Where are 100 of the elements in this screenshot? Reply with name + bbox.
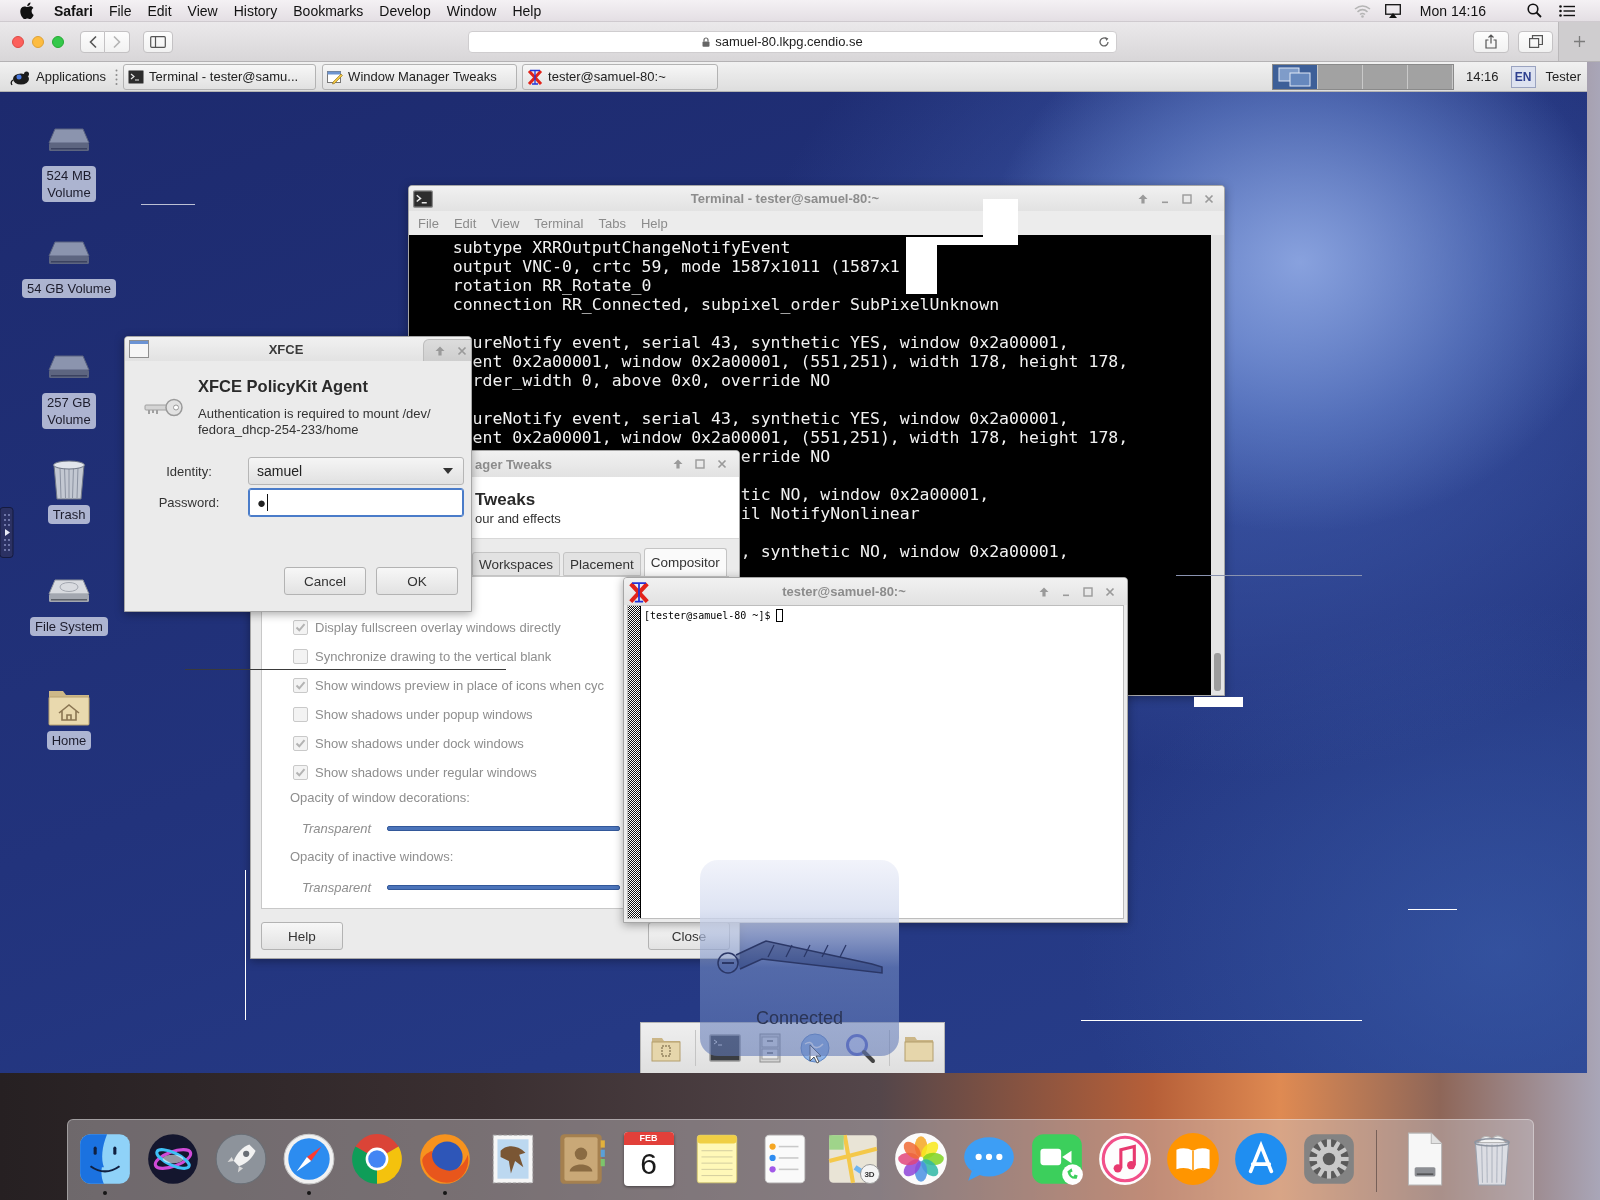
maximize-icon[interactable] [1082,585,1094,598]
close-button[interactable] [12,35,24,48]
back-button[interactable] [80,30,105,53]
slider-min-label: Transparent [302,879,372,895]
key-icon [143,397,183,419]
terminal-icon [413,188,433,209]
notification-text: Connected [755,1007,844,1029]
zoom-button[interactable] [52,35,64,48]
close-icon[interactable] [1203,192,1215,205]
menu-item[interactable]: Window [438,0,505,21]
up-arrow-icon[interactable] [672,458,684,470]
identity-dropdown[interactable]: samuel [248,457,464,485]
menu-item[interactable]: View [179,0,226,21]
app-menu[interactable]: Safari [46,0,101,21]
share-button[interactable] [1473,30,1509,53]
calendar-month: FEB [623,1132,674,1145]
dialog-button[interactable]: Cancel [284,567,366,595]
password-field[interactable]: ● [248,488,464,517]
dialog-message: Authentication is required to mount /dev/ fedora_dhcp-254-233/home [198,406,431,438]
task-button[interactable]: Window Manager Tweaks [322,63,518,90]
scrollbar-thumb[interactable] [1214,653,1221,691]
tab[interactable]: Placement [563,552,641,576]
share-icon [1485,34,1497,49]
drag-handle-icon[interactable] [115,68,119,85]
slider-track[interactable] [387,884,621,890]
block-cursor-icon [776,608,784,622]
sidebar-button[interactable] [143,30,173,53]
wifi-icon[interactable] [1353,3,1371,18]
terminal-line: il NotifyNonlinear [740,504,920,523]
maximize-icon[interactable] [1181,192,1193,205]
workspace-button[interactable] [1363,64,1409,89]
task-button[interactable]: tester@samuel-80:~ [522,63,719,90]
maximize-icon[interactable] [694,458,706,470]
icon-label[interactable]: 54 GB Volume [22,279,116,298]
expand-handle-icon[interactable] [0,507,14,558]
slider-track[interactable] [387,825,621,831]
chevron-left-icon [87,34,98,49]
panel-clock[interactable]: 14:16 [1466,69,1499,84]
close-icon[interactable] [456,344,468,357]
chevron-right-icon [112,34,122,49]
lock-icon [702,36,711,47]
glitch-block [1194,697,1243,707]
icon-label[interactable]: 524 MB Volume [41,166,97,202]
tabs-icon [1528,35,1543,48]
display-icon[interactable] [1384,3,1401,18]
icon-label[interactable]: 257 GB Volume [41,393,97,429]
workspace-button[interactable] [1273,64,1319,89]
minimize-button[interactable] [32,35,44,48]
up-arrow-icon[interactable] [434,344,446,357]
applications-menu-button[interactable]: Applications [6,63,111,90]
option-label: Show shadows under regular windows [315,765,537,780]
window-title: Terminal - tester@samuel-80:~ [690,191,880,206]
reload-icon[interactable] [1098,35,1110,48]
menu-item[interactable]: Develop [371,0,439,21]
apple-logo-icon[interactable] [20,2,34,19]
drive-icon[interactable] [47,239,91,267]
calendar-icon[interactable]: FEB 6 [623,1132,674,1186]
close-icon[interactable] [1104,585,1116,598]
field-label: Password: [158,495,220,510]
address-text: samuel-80.lkpg.cendio.se [715,34,863,49]
menu-item[interactable]: Bookmarks [285,0,372,21]
drive-icon[interactable] [47,353,91,381]
list-icon[interactable] [1559,4,1575,17]
menu-item[interactable]: Help [504,0,550,21]
window-icon [129,340,149,358]
workspace-button[interactable] [1408,64,1454,89]
close-icon[interactable] [716,458,728,470]
icon-label[interactable]: File System [30,617,108,636]
header-title: Tweaks [475,490,536,510]
dialog-button[interactable]: Help [261,922,343,950]
slider-min-label: Transparent [302,820,372,836]
menu-item[interactable]: History [225,0,286,21]
terminal-line: , synthetic NO, window 0x2a00001, [740,542,1069,561]
x-logo-icon [628,580,650,603]
menu-item[interactable]: Edit [139,0,180,21]
menu-item[interactable]: File [100,0,140,21]
menu-clock[interactable]: Mon 14:16 [1419,2,1486,19]
up-arrow-icon[interactable] [1137,192,1149,205]
user-name[interactable]: Tester [1545,69,1581,84]
keyboard-layout-button[interactable]: EN [1510,65,1536,88]
dialog-button[interactable]: OK [376,567,458,595]
tabs-button[interactable] [1518,30,1553,53]
search-icon[interactable] [1527,3,1542,18]
caret-down-icon [443,468,453,474]
address-field[interactable]: samuel-80.lkpg.cendio.se [468,30,1117,53]
window-title: ager Tweaks [475,456,553,472]
drive-icon[interactable] [47,126,91,154]
tab[interactable]: Workspaces [472,552,561,576]
up-arrow-icon[interactable] [1038,585,1050,598]
task-button[interactable]: Terminal - tester@samu... [123,63,317,90]
option-label: Show shadows under dock windows [315,736,524,751]
icon-label[interactable]: Trash [47,505,91,524]
hard-disk-icon[interactable] [47,577,91,605]
workspace-button[interactable] [1318,64,1364,89]
plus-icon [1574,36,1585,47]
terminal-line: erride NO [740,447,831,466]
calendar-day: 6 [640,1145,657,1183]
tab[interactable]: Compositor [643,548,727,576]
icon-label[interactable]: Home [46,731,92,750]
trash-can-icon[interactable] [50,457,88,501]
